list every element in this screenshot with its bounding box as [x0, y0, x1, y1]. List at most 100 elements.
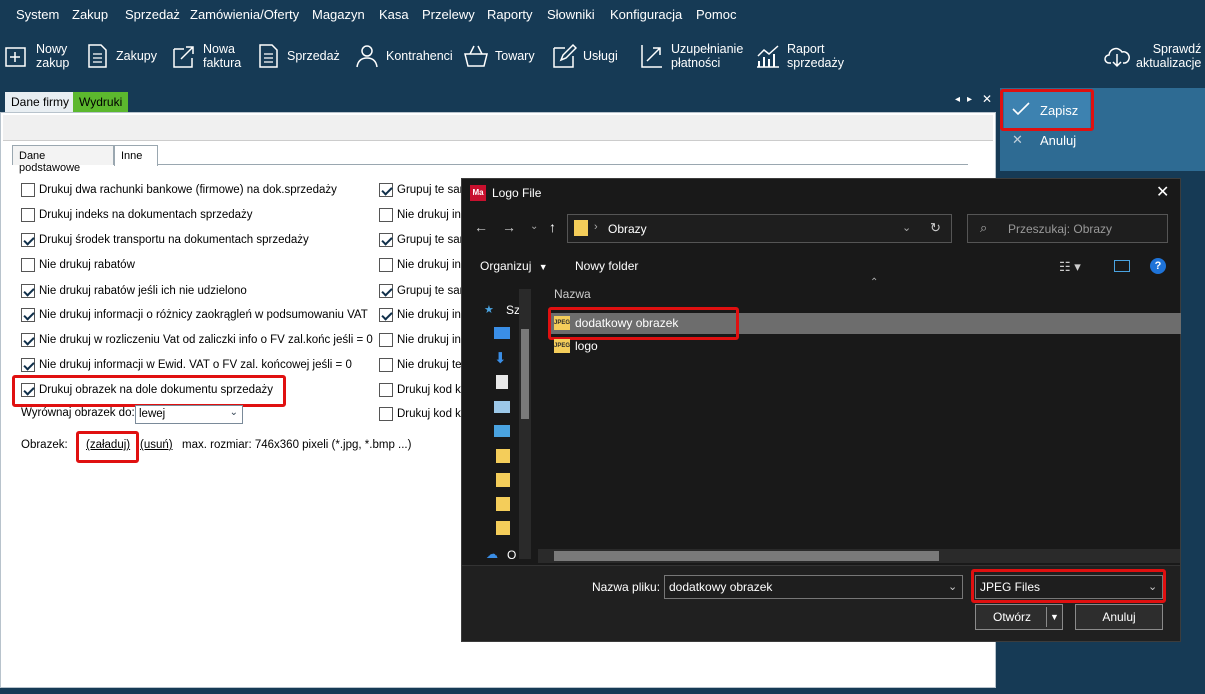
checkbox[interactable]	[379, 308, 393, 322]
open-button[interactable]: Otwórz ▼	[975, 604, 1063, 630]
checkbox[interactable]	[21, 183, 35, 197]
column-header-name[interactable]: Nazwa	[554, 287, 591, 301]
menu-raporty[interactable]: Raporty	[487, 7, 533, 22]
option-row[interactable]: Nie drukuj rabatów jeśli ich nie udzielo…	[21, 282, 247, 300]
checkbox[interactable]	[21, 258, 35, 272]
address-bar[interactable]: › Obrazy ⌄ ↻	[567, 214, 952, 243]
menu-sprzedaz[interactable]: Sprzedaż	[125, 7, 180, 22]
cancel-button[interactable]: ✕ Anuluj	[1012, 132, 1092, 150]
services-button[interactable]: Usługi	[551, 38, 618, 74]
option-row[interactable]: Nie drukuj informacji w Ewid. VAT o FV z…	[21, 356, 352, 374]
checkbox[interactable]	[379, 258, 393, 272]
folder-icon[interactable]	[496, 521, 510, 535]
option-row[interactable]: Drukuj dwa rachunki bankowe (firmowe) na…	[21, 181, 337, 199]
chevron-down-icon[interactable]: ⌄	[902, 221, 911, 234]
purchases-button[interactable]: Zakupy	[84, 38, 157, 74]
checkbox[interactable]	[379, 358, 393, 372]
menu-slowniki[interactable]: Słowniki	[547, 7, 595, 22]
contractors-button[interactable]: Kontrahenci	[354, 38, 453, 74]
checkbox[interactable]	[379, 208, 393, 222]
menu-magazyn[interactable]: Magazyn	[312, 7, 365, 22]
option-row[interactable]: Grupuj te sar	[379, 231, 463, 249]
computer-icon[interactable]	[494, 425, 510, 437]
remove-image-link[interactable]: (usuń)	[140, 439, 173, 451]
tab-dane-firmy[interactable]: Dane firmy	[5, 92, 76, 112]
new-purchase-button[interactable]: Nowy zakup	[4, 38, 69, 74]
menu-przelewy[interactable]: Przelewy	[422, 7, 475, 22]
view-options-icon[interactable]: ☷ ▾	[1059, 259, 1081, 275]
close-icon[interactable]: ✕	[1156, 182, 1169, 202]
option-row[interactable]: Nie drukuj w rozliczeniu Vat od zaliczki…	[21, 331, 373, 349]
chevron-down-icon[interactable]: ▼	[1046, 607, 1059, 627]
tab-scroll-left-icon[interactable]: ◂	[955, 94, 960, 105]
sales-report-button[interactable]: Raport sprzedaży	[755, 38, 844, 74]
chevron-down-icon[interactable]: ⌄	[530, 221, 538, 232]
scrollbar-thumb[interactable]	[554, 551, 939, 561]
nav-pane-scrollbar[interactable]	[519, 289, 531, 559]
preview-pane-icon[interactable]	[1114, 260, 1130, 272]
option-row[interactable]: Drukuj indeks na dokumentach sprzedaży	[21, 206, 253, 224]
checkbox[interactable]	[21, 208, 35, 222]
checkbox[interactable]	[379, 183, 393, 197]
option-row[interactable]: Nie drukuj inf	[379, 331, 464, 349]
goods-button[interactable]: Towary	[463, 38, 535, 74]
scrollbar-thumb[interactable]	[521, 329, 529, 419]
filename-field[interactable]: dodatkowy obrazek ⌄	[664, 575, 963, 599]
tab-close-icon[interactable]: ✕	[982, 92, 992, 106]
folder-icon[interactable]	[496, 473, 510, 487]
tab-scroll-right-icon[interactable]: ▸	[967, 94, 972, 105]
option-row[interactable]: Grupuj te sar	[379, 282, 463, 300]
checkbox[interactable]	[21, 333, 35, 347]
menu-system[interactable]: System	[16, 7, 59, 22]
menu-pomoc[interactable]: Pomoc	[696, 7, 736, 22]
sales-button[interactable]: Sprzedaż	[255, 38, 340, 74]
tab-dane-podstawowe[interactable]: Dane podstawowe	[12, 145, 114, 174]
nav-item-quick-access[interactable]: Sz	[506, 303, 520, 317]
documents-icon[interactable]	[496, 375, 508, 389]
option-row[interactable]: Nie drukuj inf	[379, 256, 464, 274]
tab-wydruki[interactable]: Wydruki	[73, 92, 129, 112]
checkbox[interactable]	[21, 358, 35, 372]
option-row[interactable]: Drukuj kod kr	[379, 381, 465, 399]
checkbox[interactable]	[379, 407, 393, 421]
option-row[interactable]: Drukuj kod kr	[379, 405, 465, 423]
forward-arrow-icon[interactable]: →	[502, 219, 516, 235]
option-row[interactable]: Drukuj środek transportu na dokumentach …	[21, 231, 309, 249]
folder-icon[interactable]	[496, 449, 510, 463]
option-row[interactable]: Nie drukuj inf	[379, 206, 464, 224]
horizontal-scrollbar[interactable]	[538, 549, 1180, 563]
nav-item-onedrive[interactable]: O	[507, 548, 516, 562]
option-row[interactable]: Grupuj te sar	[379, 181, 463, 199]
option-row[interactable]: Nie drukuj informacji o różnicy zaokrągl…	[21, 306, 368, 324]
downloads-icon[interactable]: ⬇	[494, 349, 507, 367]
option-row[interactable]: Nie drukuj rabatów	[21, 256, 135, 274]
up-arrow-icon[interactable]: ↑	[549, 219, 556, 235]
refresh-icon[interactable]: ↻	[930, 220, 941, 236]
checkbox[interactable]	[379, 383, 393, 397]
organize-menu[interactable]: Organizuj ▼	[480, 259, 548, 273]
back-arrow-icon[interactable]: ←	[474, 219, 488, 235]
list-item[interactable]: JPEG logo	[551, 336, 751, 356]
payment-completion-button[interactable]: Uzupełnianie płatności	[639, 38, 743, 74]
folder-icon[interactable]	[496, 497, 510, 511]
help-icon[interactable]: ?	[1150, 258, 1166, 274]
new-folder-button[interactable]: Nowy folder	[575, 259, 638, 273]
checkbox[interactable]	[379, 284, 393, 298]
option-row[interactable]: Nie drukuj ter	[379, 356, 465, 374]
align-select[interactable]: lewej ⌄	[135, 405, 243, 424]
checkbox[interactable]	[21, 308, 35, 322]
checkbox[interactable]	[21, 284, 35, 298]
cancel-button[interactable]: Anuluj	[1075, 604, 1163, 630]
menu-zakup[interactable]: Zakup	[72, 7, 108, 22]
menu-konfiguracja[interactable]: Konfiguracja	[610, 7, 682, 22]
checkbox[interactable]	[379, 333, 393, 347]
menu-kasa[interactable]: Kasa	[379, 7, 409, 22]
checkbox[interactable]	[21, 233, 35, 247]
desktop-icon[interactable]	[494, 327, 510, 339]
search-input[interactable]: ⌕ Przeszukaj: Obrazy	[967, 214, 1168, 243]
pictures-icon[interactable]	[494, 401, 510, 413]
menu-zamowienia[interactable]: Zamówienia/Oferty	[190, 7, 299, 22]
checkbox[interactable]	[379, 233, 393, 247]
new-invoice-button[interactable]: Nowa faktura	[171, 38, 241, 74]
check-updates-button[interactable]: Sprawdź aktualizacje	[1104, 38, 1201, 74]
